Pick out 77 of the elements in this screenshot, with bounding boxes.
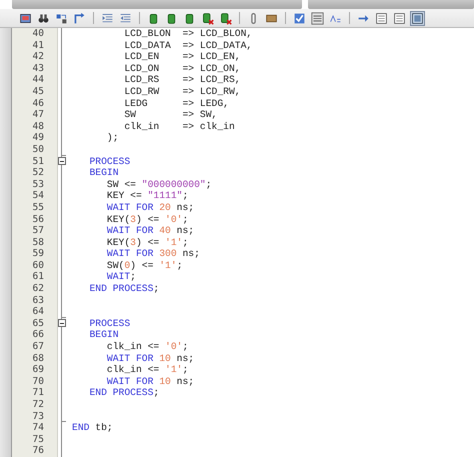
line-number: 49 (32, 132, 45, 144)
code-line: WAIT FOR 10 ns; (106, 352, 194, 364)
code-line: PROCESS (88, 156, 130, 167)
code-line: clk_in => clk_in (123, 120, 235, 132)
line-number: 50 (32, 144, 45, 156)
bookmark-delete-icon[interactable] (200, 10, 215, 26)
code-line: END PROCESS; (88, 387, 160, 398)
line-number: 73 (32, 410, 45, 422)
code-line: LCD_RS => LCD_RS, (123, 74, 241, 86)
line-number: 68 (32, 352, 45, 364)
line-number: 44 (32, 74, 45, 86)
line-number: 47 (32, 109, 45, 121)
code-line: BEGIN (88, 167, 119, 178)
code-line: clk_in <= '1'; (106, 364, 188, 376)
collapse-icon[interactable] (58, 318, 66, 327)
line-number: 74 (32, 422, 45, 434)
code-line: WAIT FOR 20 ns; (106, 202, 194, 213)
line-number: 46 (32, 98, 45, 110)
code-line: SW => SW, (123, 109, 218, 120)
line-number: 64 (32, 306, 45, 318)
line-number: 70 (32, 376, 45, 388)
line-number: 62 (32, 283, 45, 295)
code-line: clk_in <= '0'; (106, 341, 188, 352)
line-number: 75 (32, 434, 45, 446)
line-number: 72 (32, 399, 45, 411)
line-number: 42 (32, 51, 45, 63)
line-number: 71 (32, 387, 45, 399)
code-line: LCD_DATA => LCD_DATA, (123, 40, 252, 51)
line-number: 60 (32, 260, 45, 272)
code-line: KEY(3) <= '1'; (106, 236, 188, 248)
code-line: LCD_RW => LCD_RW, (123, 86, 241, 97)
code-line: LCD_EN => LCD_EN, (123, 51, 241, 62)
collapse-icon[interactable] (58, 156, 66, 165)
line-number: 57 (32, 225, 45, 237)
code-line: END PROCESS; (88, 283, 160, 294)
line-number: 59 (32, 248, 45, 260)
code-line: PROCESS (88, 318, 130, 329)
code-line: WAIT FOR 10 ns; (106, 376, 194, 387)
line-number: 40 (32, 28, 45, 40)
line-number: 63 (32, 294, 45, 306)
line-number: 41 (32, 40, 45, 52)
line-number: 43 (32, 62, 45, 74)
code-line: KEY <= "1111"; (106, 190, 188, 202)
code-line: KEY(3) <= '0'; (106, 214, 188, 224)
code-line: BEGIN (88, 329, 119, 340)
line-number: 52 (32, 167, 45, 179)
line-number: 66 (32, 329, 45, 342)
arrow-icon[interactable] (72, 10, 87, 26)
line-number: 58 (32, 236, 45, 248)
bookmark-delete-icon[interactable] (218, 10, 233, 26)
panel-icon[interactable] (374, 10, 389, 26)
code-line: LEDG => LEDG, (123, 98, 229, 109)
line-number: 55 (32, 202, 45, 214)
checkmark-icon[interactable] (292, 10, 307, 26)
line-number: 48 (32, 120, 45, 132)
line-number: 61 (32, 271, 45, 284)
line-number: 76 (32, 445, 45, 457)
line-number: 65 (32, 318, 45, 330)
code-line: WAIT FOR 40 ns; (106, 225, 194, 236)
line-number: 56 (32, 214, 45, 226)
code-line: SW <= "000000000"; (106, 178, 212, 190)
code-line: WAIT FOR 300 ns; (106, 248, 200, 260)
code-line: SW(0) <= '1'; (106, 260, 183, 271)
line-number: 45 (32, 86, 45, 98)
line-number: 51 (32, 156, 45, 168)
code-line: END tb; (72, 422, 113, 434)
code-line: ); (106, 132, 119, 144)
line-number: 67 (32, 341, 45, 353)
counter-icon[interactable] (310, 10, 325, 26)
line-number: 69 (32, 364, 45, 376)
panel-icon[interactable] (410, 10, 425, 26)
code-line: LCD_BLON => LCD_BLON, (123, 28, 252, 39)
line-number: 53 (32, 178, 45, 190)
line-number: 54 (32, 190, 45, 202)
panel-icon[interactable] (392, 10, 407, 26)
code-line: WAIT; (106, 271, 136, 282)
code-line: LCD_ON => LCD_ON, (123, 62, 241, 74)
